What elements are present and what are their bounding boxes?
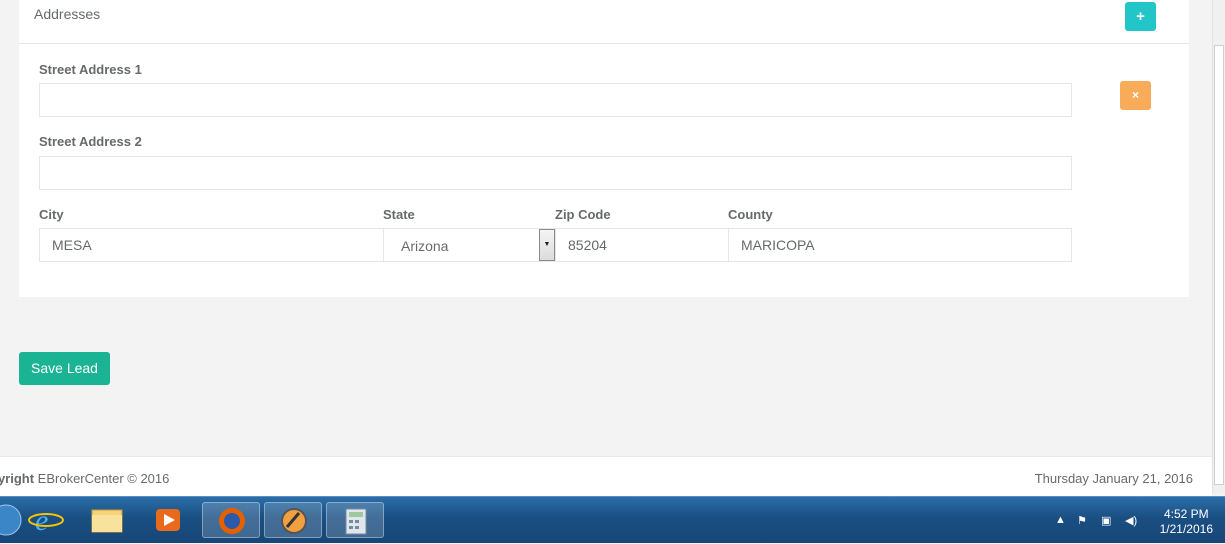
copyright-bold: pyright: [0, 471, 35, 486]
firefox-icon[interactable]: [202, 502, 260, 538]
media-player-icon[interactable]: [139, 502, 197, 538]
county-label: County: [728, 207, 773, 222]
file-explorer-icon[interactable]: [78, 502, 136, 538]
system-clock[interactable]: 4:52 PM 1/21/2016: [1160, 507, 1213, 537]
zip-code-input[interactable]: 85204: [555, 228, 729, 262]
scrollbar-thumb[interactable]: [1214, 45, 1224, 485]
city-input[interactable]: MESA: [39, 228, 384, 262]
internet-explorer-icon[interactable]: e: [17, 502, 75, 538]
chevron-down-icon[interactable]: ▼: [539, 229, 555, 261]
panel-title: Addresses: [34, 6, 101, 22]
state-select[interactable]: Arizona ▼: [383, 228, 556, 262]
copyright-text: EBrokerCenter © 2016: [34, 471, 170, 486]
footer-date: Thursday January 21, 2016: [1034, 471, 1193, 486]
footer: pyright EBrokerCenter © 2016 Thursday Ja…: [0, 456, 1212, 497]
street-address-1-input[interactable]: [39, 83, 1072, 117]
add-address-button[interactable]: +: [1125, 2, 1156, 31]
windows-taskbar: e ▲ ⚑ ▣ ◀) 4:52 PM 1/21/2016: [0, 496, 1225, 543]
county-input[interactable]: MARICOPA: [728, 228, 1072, 262]
clock-date: 1/21/2016: [1159, 522, 1213, 536]
clock-time: 4:52 PM: [1163, 507, 1209, 521]
volume-icon[interactable]: ◀): [1125, 514, 1137, 527]
action-center-flag-icon[interactable]: ⚑: [1077, 514, 1087, 527]
remove-address-button[interactable]: ×: [1120, 81, 1151, 110]
copyright: pyright EBrokerCenter © 2016: [0, 471, 169, 486]
zip-code-label: Zip Code: [555, 207, 611, 222]
network-icon[interactable]: ▣: [1101, 514, 1111, 527]
page-scrollbar[interactable]: [1212, 0, 1225, 494]
state-label: State: [383, 207, 415, 222]
street-address-2-label: Street Address 2: [39, 134, 142, 149]
calculator-icon[interactable]: [326, 502, 384, 538]
city-label: City: [39, 207, 64, 222]
street-address-2-input[interactable]: [39, 156, 1072, 190]
system-tray: ▲ ⚑ ▣ ◀) 4:52 PM 1/21/2016: [1055, 497, 1225, 543]
panel-header: Addresses +: [19, 0, 1189, 44]
svg-text:e: e: [35, 504, 48, 537]
save-lead-button[interactable]: Save Lead: [19, 352, 110, 385]
addresses-panel: Addresses + Street Address 1 × Street Ad…: [19, 0, 1189, 297]
state-select-value: Arizona: [401, 238, 449, 254]
show-hidden-icons-icon[interactable]: ▲: [1055, 514, 1066, 526]
street-address-1-label: Street Address 1: [39, 62, 142, 77]
remote-support-icon[interactable]: [264, 502, 322, 538]
